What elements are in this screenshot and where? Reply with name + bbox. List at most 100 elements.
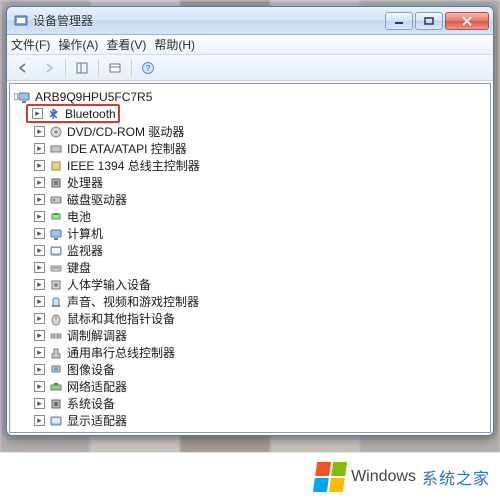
expander-icon[interactable]: ▸: [34, 228, 45, 239]
expander-icon[interactable]: ▸: [34, 211, 45, 222]
expander-icon[interactable]: ▸: [34, 381, 45, 392]
tree-item-label: 键盘: [67, 259, 91, 276]
expander-icon[interactable]: ▸: [34, 177, 45, 188]
device-category-icon: [48, 141, 64, 157]
device-category-icon: [48, 328, 64, 344]
device-category-icon: [48, 396, 64, 412]
tree-item[interactable]: ▸ Bluetooth: [28, 105, 116, 122]
expander-icon[interactable]: ▸: [34, 364, 45, 375]
tree-item[interactable]: ▸声音、视频和游戏控制器: [30, 293, 488, 310]
forward-button[interactable]: [37, 57, 61, 79]
device-category-icon: [48, 311, 64, 327]
toolbar-separator: [131, 59, 132, 77]
device-tree[interactable]: ▯ ARB9Q9HPU5FC7R5 ▸ Bluetooth ▸ DVD/CD-ROM …: [9, 83, 491, 433]
show-hide-tree-button[interactable]: [70, 57, 94, 79]
expander-icon[interactable]: ▸: [34, 330, 45, 341]
expander-icon[interactable]: ▸: [34, 279, 45, 290]
tree-item[interactable]: ▸ 磁盘驱动器: [30, 191, 488, 208]
expander-icon[interactable]: ▸: [34, 347, 45, 358]
properties-button[interactable]: [103, 57, 127, 79]
device-manager-window: 设备管理器 文件(F) 操作(A) 查看(V) 帮助(H) ? ▯ ARB9Q9…: [6, 6, 494, 436]
back-button[interactable]: [11, 57, 35, 79]
menubar: 文件(F) 操作(A) 查看(V) 帮助(H): [7, 35, 493, 55]
titlebar[interactable]: 设备管理器: [7, 7, 493, 35]
tree-item-label: 计算机: [67, 225, 103, 242]
toolbar-separator: [65, 59, 66, 77]
toolbar: ?: [7, 55, 493, 81]
expander-icon[interactable]: ▸: [34, 245, 45, 256]
tree-item-label: 网络适配器: [67, 378, 127, 395]
expander-icon[interactable]: ▸: [34, 415, 45, 426]
help-button[interactable]: ?: [136, 57, 160, 79]
device-category-icon: [48, 413, 64, 429]
minimize-button[interactable]: [385, 12, 413, 30]
device-category-icon: [48, 345, 64, 361]
tree-item-label: 系统设备: [67, 395, 115, 412]
expander-icon[interactable]: ▸: [34, 194, 45, 205]
tree-item[interactable]: ▸ 电池: [30, 208, 488, 225]
tree-item[interactable]: ▸ 调制解调器: [30, 327, 488, 344]
tree-item[interactable]: ▸ 人体学输入设备: [30, 276, 488, 293]
device-category-icon: [48, 124, 64, 140]
tree-item[interactable]: ▸ 显示适配器: [30, 412, 488, 429]
tree-item-label: IDE ATA/ATAPI 控制器: [67, 140, 187, 157]
tree-item-label: 电池: [67, 208, 91, 225]
tree-item-label: 调制解调器: [67, 327, 127, 344]
close-button[interactable]: [445, 12, 489, 30]
tree-item-label: 人体学输入设备: [67, 276, 151, 293]
device-category-icon: [48, 243, 64, 259]
tree-item[interactable]: ▸ 处理器: [30, 174, 488, 191]
tree-item[interactable]: ▸ 通用串行总线控制器: [30, 344, 488, 361]
device-category-icon: [48, 277, 64, 293]
tree-item-label: 图像设备: [67, 361, 115, 378]
tree-item[interactable]: ▸ 计算机: [30, 225, 488, 242]
menu-action[interactable]: 操作(A): [58, 36, 98, 53]
menu-file[interactable]: 文件(F): [11, 36, 50, 53]
menu-help[interactable]: 帮助(H): [154, 36, 195, 53]
highlighted-item: ▸ Bluetooth: [26, 104, 120, 123]
tree-item-label: 磁盘驱动器: [67, 191, 127, 208]
expander-icon[interactable]: ▸: [34, 398, 45, 409]
tree-item[interactable]: ▸ DVD/CD-ROM 驱动器: [30, 123, 488, 140]
svg-text:?: ?: [146, 64, 151, 73]
expander-icon[interactable]: ▸: [34, 262, 45, 273]
device-category-icon: [48, 294, 64, 310]
watermark-text-1: Windows: [351, 468, 416, 486]
tree-item-label: 鼠标和其他指针设备: [67, 310, 175, 327]
expander-icon[interactable]: ▸: [34, 160, 45, 171]
device-category-icon: [48, 192, 64, 208]
expander-icon[interactable]: ▸: [32, 108, 43, 119]
expander-icon[interactable]: ▸: [34, 126, 45, 137]
toolbar-separator: [98, 59, 99, 77]
tree-root[interactable]: ▯ ARB9Q9HPU5FC7R5: [12, 88, 488, 105]
device-category-icon: [48, 158, 64, 174]
tree-item-label: Bluetooth: [65, 107, 116, 121]
tree-item[interactable]: ▸ 网络适配器: [30, 378, 488, 395]
device-category-icon: [48, 209, 64, 225]
watermark-footer: Windows 系统之家: [0, 452, 500, 500]
window-buttons: [383, 12, 489, 30]
tree-item[interactable]: ▸ 图像设备: [30, 361, 488, 378]
expander-icon[interactable]: ▸: [34, 143, 45, 154]
window-title: 设备管理器: [33, 12, 383, 29]
tree-item[interactable]: ▸ 监视器: [30, 242, 488, 259]
menu-view[interactable]: 查看(V): [106, 36, 146, 53]
tree-item[interactable]: ▸ 系统设备: [30, 395, 488, 412]
device-category-icon: [48, 362, 64, 378]
device-category-icon: [48, 175, 64, 191]
expander-icon[interactable]: ▸: [34, 296, 45, 307]
app-icon: [13, 13, 29, 29]
tree-item-label: 显示适配器: [67, 412, 127, 429]
tree-item-label: 处理器: [67, 174, 103, 191]
tree-item[interactable]: ▸ 键盘: [30, 259, 488, 276]
tree-item-label: 监视器: [67, 242, 103, 259]
expander-icon[interactable]: ▸: [34, 313, 45, 324]
tree-item-label: 通用串行总线控制器: [67, 344, 175, 361]
maximize-button[interactable]: [415, 12, 443, 30]
device-category-icon: [48, 260, 64, 276]
tree-item[interactable]: ▸IEEE 1394 总线主控制器: [30, 157, 488, 174]
bluetooth-icon: [46, 106, 62, 122]
tree-item[interactable]: ▸ IDE ATA/ATAPI 控制器: [30, 140, 488, 157]
tree-item[interactable]: ▸ 鼠标和其他指针设备: [30, 310, 488, 327]
tree-item-label: DVD/CD-ROM 驱动器: [67, 123, 184, 140]
